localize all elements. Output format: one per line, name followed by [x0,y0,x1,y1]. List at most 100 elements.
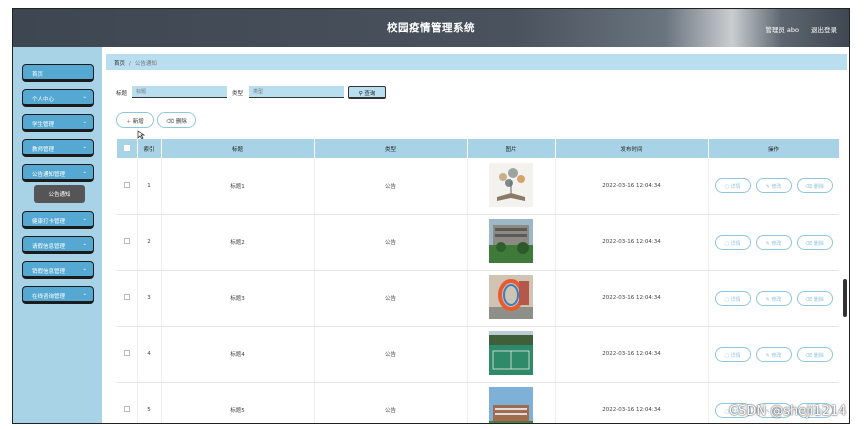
image-cell [467,214,556,271]
title-cell: 标题4 [161,326,315,383]
sidebar-item-profile[interactable]: 个人中心 ⌄ [22,89,94,107]
detail-button[interactable]: ▢ 详情 [714,290,751,306]
sidebar-item-leave[interactable]: 请假信息管理 ⌄ [22,236,94,254]
row-checkbox[interactable] [123,181,130,188]
column-header-image: 图片 [467,139,556,158]
breadcrumb-home[interactable]: 首页 [114,61,125,67]
search-button[interactable]: ⚲ 查询 [348,86,386,99]
watermark: CSDN @sheji1214 [729,404,847,419]
detail-icon: ▢ [724,240,730,247]
time-cell: 2022-03-16 12:04:34 [555,326,709,383]
row-checkbox[interactable] [123,238,130,244]
row-select-cell[interactable] [117,214,138,271]
index-cell: 1 [137,158,162,215]
logout-link[interactable]: 退出登录 [811,24,837,34]
image-cell [467,158,556,215]
breadcrumb: 首页 / 公告通知 [106,54,847,70]
edit-button[interactable]: ✎ 修改 [755,178,792,194]
actions-cell: ▢ 详情 ✎ 修改 ⌫ 删除 [708,270,839,327]
row-select-cell[interactable] [117,158,138,215]
edit-button[interactable]: ✎ 修改 [755,290,792,306]
row-delete-button-label: 删除 [813,296,824,303]
trash-icon: ⌫ [805,352,813,359]
column-header-actions: 操作 [708,139,839,158]
time-cell: 2022-03-16 12:04:34 [555,214,709,271]
chevron-down-icon: ⌄ [82,144,87,150]
detail-button[interactable]: ▢ 详情 [714,234,751,250]
type-cell: 公告 [314,270,468,327]
submenu-item-notice[interactable]: 公告通知 [34,185,85,203]
table-row[interactable]: 3 标题3 公告 2022-03-16 12:04:34 ▢ 详情 ✎ 修改 ⌫ 删除 [117,270,839,327]
row-checkbox[interactable] [123,294,130,300]
sidebar-item-label: 个人中心 [32,97,55,103]
add-button-label: 新增 [132,119,144,125]
image-cell [467,382,556,423]
trash-icon: ⌫ [166,119,174,125]
table-row[interactable]: 2 标题2 公告 2022-03-16 12:04:34 ▢ 详情 ✎ 修改 ⌫ 删除 [117,214,839,271]
sidebar-item-notices[interactable]: 公告通知管理 ⌄ [22,164,94,182]
actions-cell: ▢ 详情 ✎ 修改 ⌫ 删除 [708,214,839,271]
row-delete-button[interactable]: ⌫ 删除 [796,234,833,250]
index-cell: 4 [137,326,162,383]
sidebar-item-label: 健康打卡管理 [32,219,66,225]
trash-icon: ⌫ [805,240,813,247]
index-cell: 3 [137,270,162,327]
sidebar-item-home[interactable]: 首页 [22,64,94,82]
index-cell: 2 [137,214,162,271]
thumbnail-image [489,331,533,375]
row-delete-button[interactable]: ⌫ 删除 [796,346,833,362]
row-select-cell[interactable] [117,382,138,423]
type-filter-input[interactable] [249,86,344,98]
table-row[interactable]: 1 标题1 公告 2022-03-16 12:04:34 ▢ 详情 ✎ 修改 ⌫ 删除 [117,158,839,215]
row-delete-button-label: 删除 [813,352,824,359]
trash-icon: ⌫ [805,184,813,191]
row-checkbox[interactable] [123,350,130,356]
detail-button[interactable]: ▢ 详情 [714,346,751,362]
row-delete-button-label: 删除 [813,184,824,191]
search-icon: ⚲ [358,91,363,97]
column-header-index: 索引 [137,139,162,158]
sidebar-item-students[interactable]: 学生管理 ⌄ [22,114,94,132]
edit-button[interactable]: ✎ 修改 [755,234,792,250]
sidebar-item-consult[interactable]: 在线咨询管理 ⌄ [22,286,94,304]
sidebar-item-health-checkin[interactable]: 健康打卡管理 ⌄ [22,211,94,229]
table-row[interactable]: 4 标题4 公告 2022-03-16 12:04:34 ▢ 详情 ✎ 修改 ⌫ 删除 [117,326,839,383]
sidebar-item-teachers[interactable]: 教师管理 ⌄ [22,139,94,157]
chevron-down-icon: ⌄ [82,291,87,297]
row-delete-button[interactable]: ⌫ 删除 [796,178,833,194]
title-cell: 标题2 [161,214,315,271]
edit-button-label: 修改 [771,296,782,303]
current-user: 管理员 abo [765,26,799,34]
row-delete-button[interactable]: ⌫ 删除 [796,290,833,306]
edit-button-label: 修改 [771,240,782,247]
row-select-cell[interactable] [117,326,138,383]
row-delete-button-label: 删除 [813,240,824,247]
sidebar-item-label: 在线咨询管理 [32,294,66,300]
thumbnail-image [489,387,533,423]
detail-button[interactable]: ▢ 详情 [714,178,751,194]
title-filter-input[interactable] [132,86,227,98]
time-cell: 2022-03-16 12:04:34 [555,270,709,327]
type-filter-label: 类型 [232,91,244,97]
column-header-type: 类型 [314,139,468,158]
sidebar-item-leave-cancel[interactable]: 销假信息管理 ⌄ [22,261,94,279]
detail-icon: ▢ [724,296,730,303]
edit-icon: ✎ [765,296,770,303]
app-title: 校园疫情管理系统 [387,22,475,34]
column-header-time: 发布时间 [555,139,709,158]
actions-cell: ▢ 详情 ✎ 修改 ⌫ 删除 [708,158,839,215]
row-select-cell[interactable] [117,270,138,327]
actions-cell: ▢ 详情 ✎ 修改 ⌫ 删除 [708,326,839,383]
chevron-down-icon: ⌄ [82,266,87,272]
add-button[interactable]: + 新增 [116,112,154,128]
thumbnail-image [489,219,533,263]
sidebar-item-label: 首页 [32,72,44,78]
row-checkbox[interactable] [123,406,130,412]
scrollbar-thumb[interactable] [843,279,847,317]
delete-button[interactable]: ⌫ 删除 [157,112,196,128]
edit-button[interactable]: ✎ 修改 [755,346,792,362]
select-all-checkbox[interactable] [123,144,130,151]
select-all-header[interactable] [117,139,138,158]
detail-icon: ▢ [724,352,730,359]
sidebar-item-label: 请假信息管理 [32,244,66,250]
